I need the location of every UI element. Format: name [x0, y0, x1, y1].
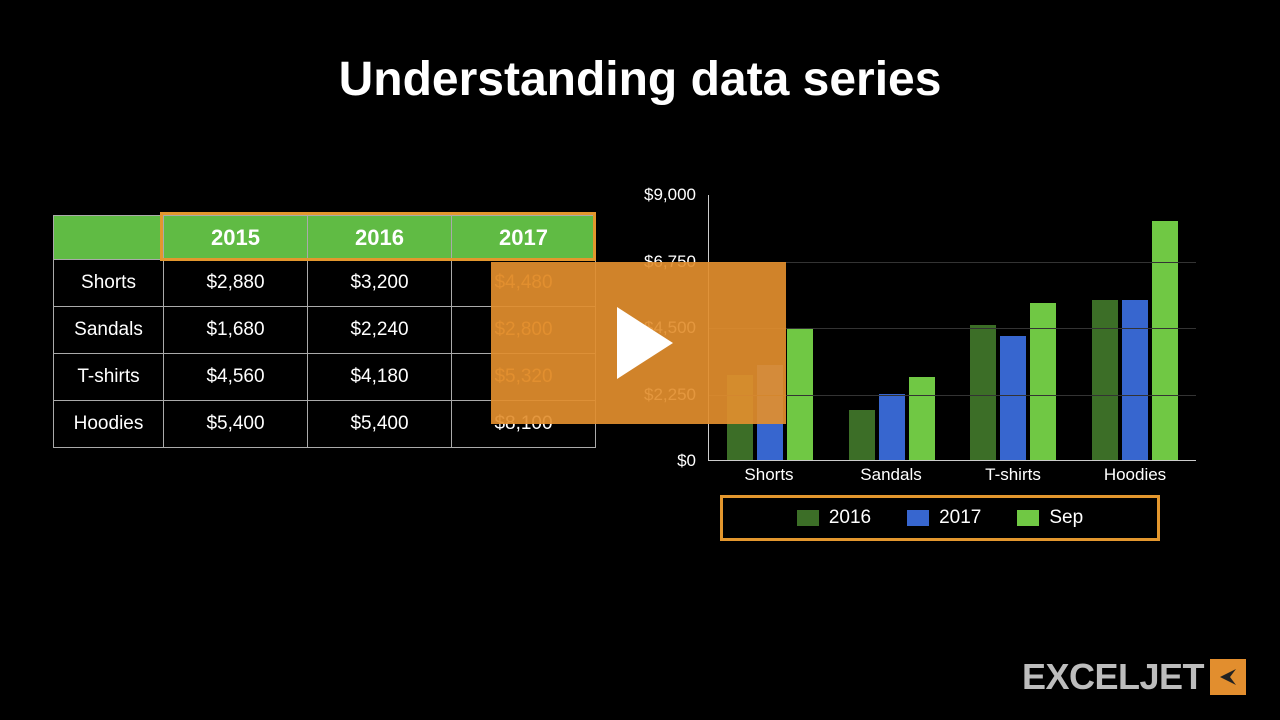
y-tick-label: $9,000	[644, 185, 696, 205]
cell: $2,240	[308, 307, 452, 354]
table-header-2016: 2016	[308, 216, 452, 260]
row-label: Hoodies	[54, 401, 164, 448]
legend-label: 2017	[939, 507, 981, 529]
row-label: T-shirts	[54, 354, 164, 401]
cell: $1,680	[164, 307, 308, 354]
x-tick-label: Sandals	[830, 465, 952, 485]
legend-swatch	[907, 510, 929, 526]
x-tick-label: Shorts	[708, 465, 830, 485]
bar	[1122, 300, 1148, 460]
bar	[879, 394, 905, 460]
cell: $4,180	[308, 354, 452, 401]
y-tick-label: $0	[677, 451, 696, 471]
cell: $3,200	[308, 260, 452, 307]
play-button[interactable]	[491, 262, 786, 424]
legend-swatch	[797, 510, 819, 526]
bar	[1152, 221, 1178, 460]
page-title: Understanding data series	[0, 52, 1280, 107]
x-tick-label: Hoodies	[1074, 465, 1196, 485]
table-header-blank	[54, 216, 164, 260]
bar	[1030, 303, 1056, 460]
logo-text: EXCELJET	[1022, 656, 1204, 698]
legend-swatch	[1017, 510, 1039, 526]
legend-item: Sep	[1017, 507, 1083, 529]
x-tick-label: T-shirts	[952, 465, 1074, 485]
logo-icon	[1210, 659, 1246, 695]
x-axis-labels: ShortsSandalsT-shirtsHoodies	[708, 465, 1196, 485]
row-label: Sandals	[54, 307, 164, 354]
exceljet-logo: EXCELJET	[1022, 656, 1246, 698]
legend-item: 2017	[907, 507, 981, 529]
legend-label: 2016	[829, 507, 871, 529]
legend-label: Sep	[1049, 507, 1083, 529]
bar	[1000, 336, 1026, 460]
cell: $5,400	[308, 401, 452, 448]
row-label: Shorts	[54, 260, 164, 307]
chart-legend: 2016 2017 Sep	[720, 495, 1160, 541]
table-header-2017: 2017	[452, 216, 596, 260]
bar	[849, 410, 875, 460]
cell: $2,880	[164, 260, 308, 307]
cell: $5,400	[164, 401, 308, 448]
table-header-2015: 2015	[164, 216, 308, 260]
legend-item: 2016	[797, 507, 871, 529]
bar	[970, 325, 996, 460]
play-icon	[617, 307, 673, 379]
bar	[1092, 300, 1118, 460]
bar	[909, 377, 935, 460]
cell: $4,560	[164, 354, 308, 401]
